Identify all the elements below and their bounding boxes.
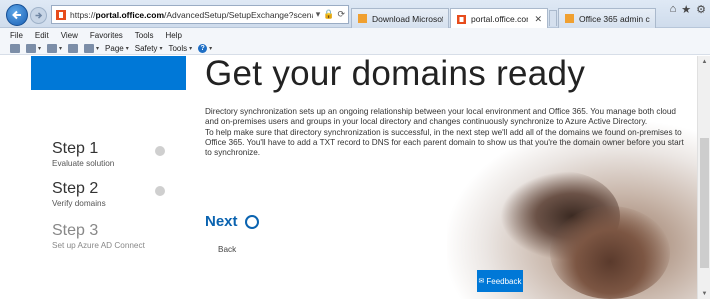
next-button[interactable]: Next xyxy=(205,213,259,230)
tab-office-admin[interactable]: Office 365 admin center xyxy=(558,8,656,28)
help-menu-button[interactable]: ? ▾ xyxy=(198,43,212,53)
tools-menu-label: Tools xyxy=(168,43,188,53)
address-bar[interactable]: https://portal.office.com/AdvancedSetup/… xyxy=(51,5,349,24)
background-photo-face xyxy=(550,206,670,299)
printer-icon xyxy=(84,43,95,53)
menu-bar: File Edit View Favorites Tools Help xyxy=(0,28,710,42)
mail-button[interactable] xyxy=(68,43,79,53)
step-description: Evaluate solution xyxy=(52,159,115,168)
page-title: Get your domains ready xyxy=(205,56,586,93)
arrow-left-icon xyxy=(12,10,21,20)
brand-block xyxy=(31,56,186,90)
step-status-dot xyxy=(155,146,165,156)
intro-paragraph: Directory synchronization sets up an ong… xyxy=(205,107,676,126)
home-dropdown-button[interactable]: ▾ xyxy=(26,43,41,53)
forward-button[interactable] xyxy=(30,7,47,24)
gear-icon[interactable]: ⚙ xyxy=(696,3,706,16)
browser-titlebar: https://portal.office.com/AdvancedSetup/… xyxy=(0,0,710,29)
tab-download-azure[interactable]: Download Microsoft Azure A... xyxy=(351,8,449,28)
menu-file[interactable]: File xyxy=(10,31,23,40)
feedback-label: Feedback xyxy=(486,276,522,286)
vertical-scrollbar[interactable]: ▲ ▼ xyxy=(697,56,710,299)
step-1: Step 1 Evaluate solution xyxy=(52,140,177,168)
menu-edit[interactable]: Edit xyxy=(35,31,49,40)
scroll-down-arrow-icon[interactable]: ▼ xyxy=(698,288,710,299)
menu-view[interactable]: View xyxy=(61,31,78,40)
page-menu-label: Page xyxy=(105,43,124,53)
tab-label: portal.office.com xyxy=(471,14,529,24)
tab-label: Office 365 admin center xyxy=(579,13,650,24)
search-dropdown-icon[interactable]: ▾ xyxy=(316,9,321,20)
scroll-up-arrow-icon[interactable]: ▲ xyxy=(698,56,710,67)
new-tab-button[interactable] xyxy=(549,10,557,26)
feeds-icon xyxy=(47,43,58,53)
safety-menu-button[interactable]: Safety ▾ xyxy=(135,44,163,53)
feedback-button[interactable]: ✉ Feedback xyxy=(477,270,523,292)
back-button[interactable] xyxy=(6,4,28,26)
step-2: Step 2 Verify domains xyxy=(52,180,177,208)
favorites-icon xyxy=(10,43,20,53)
refresh-icon[interactable]: ⟳ xyxy=(337,9,345,20)
step-description: Verify domains xyxy=(52,199,106,208)
office-favicon-icon xyxy=(457,14,466,24)
page-menu-button[interactable]: Page ▾ xyxy=(105,44,129,53)
home-icon[interactable]: ⌂ xyxy=(670,3,677,16)
menu-tools[interactable]: Tools xyxy=(135,31,154,40)
safety-menu-label: Safety xyxy=(134,43,158,53)
page-favicon-icon xyxy=(358,14,367,23)
scrollbar-thumb[interactable] xyxy=(700,138,709,268)
close-tab-icon[interactable]: ✕ xyxy=(534,14,542,25)
step-status-dot xyxy=(155,186,165,196)
menu-help[interactable]: Help xyxy=(165,31,181,40)
tools-menu-button[interactable]: Tools ▾ xyxy=(168,44,192,53)
arrow-right-icon xyxy=(35,12,43,19)
page-content: Get your domains ready Directory synchro… xyxy=(0,56,710,299)
command-bar: ▾ ▾ ▾ Page ▾ Safety ▾ Tools ▾ ? ▾ xyxy=(0,42,710,55)
tab-label: Download Microsoft Azure A... xyxy=(372,13,443,24)
feeds-button[interactable]: ▾ xyxy=(47,43,62,53)
add-favorites-button[interactable] xyxy=(10,43,20,53)
menu-favorites[interactable]: Favorites xyxy=(90,31,123,40)
page-favicon-icon xyxy=(565,14,574,23)
tab-portal-office[interactable]: portal.office.com ✕ xyxy=(450,8,548,29)
feedback-icon: ✉ xyxy=(478,278,485,285)
print-button[interactable]: ▾ xyxy=(84,43,99,53)
address-url: https://portal.office.com/AdvancedSetup/… xyxy=(70,9,313,20)
mail-icon xyxy=(68,43,79,53)
favorites-star-icon[interactable]: ★ xyxy=(681,3,691,16)
help-icon: ? xyxy=(198,43,208,53)
domains-paragraph: To help make sure that directory synchro… xyxy=(205,128,684,157)
step-number: Step 3 xyxy=(52,222,99,239)
back-link[interactable]: Back xyxy=(218,245,236,254)
step-description: Set up Azure AD Connect xyxy=(52,241,145,250)
lock-icon[interactable]: 🔒 xyxy=(323,9,334,20)
office-favicon-icon xyxy=(56,9,66,20)
next-label: Next xyxy=(205,213,238,230)
step-3: Step 3 Set up Azure AD Connect xyxy=(52,222,177,250)
home-page-icon xyxy=(26,43,36,53)
next-circle-icon xyxy=(244,214,259,229)
